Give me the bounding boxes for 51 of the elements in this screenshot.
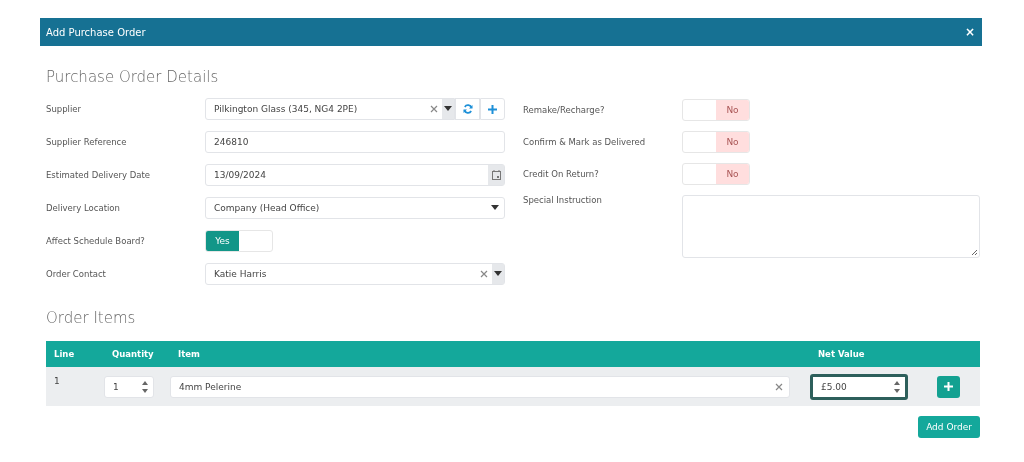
toggle-switch[interactable]: Yes (205, 230, 273, 252)
input-field[interactable]: 246810 (205, 131, 505, 153)
select-field[interactable]: Company (Head Office) (205, 197, 505, 219)
column-header: Quantity (111, 349, 155, 359)
toggle-switch[interactable]: No (682, 163, 750, 185)
caret-icon (491, 205, 499, 211)
add-row-button[interactable] (936, 375, 960, 398)
caret-icon (494, 271, 502, 277)
date-field[interactable]: 13/09/2024 (205, 164, 505, 186)
add-button[interactable] (480, 98, 505, 120)
field-label: Confirm & Mark as Delivered (523, 137, 647, 147)
plus-icon (943, 382, 953, 391)
field-label: Credit On Return? (523, 169, 600, 179)
field-label: Remake/Recharge? (523, 105, 606, 115)
field-label: Special Instruction (523, 195, 603, 205)
field-label: Supplier Reference (46, 137, 128, 147)
clear-icon[interactable] (430, 105, 438, 113)
field-label: Affect Schedule Board? (46, 236, 146, 246)
table-cell-text: 1 (53, 375, 61, 386)
toggle-label: No (716, 164, 749, 184)
spinner-icon[interactable] (893, 379, 901, 394)
field-label: Delivery Location (46, 203, 121, 213)
field-label: Supplier (46, 104, 83, 114)
select-field[interactable]: Katie Harris (205, 263, 505, 285)
net-value-field[interactable]: £5.00 (810, 373, 908, 400)
toggle-switch[interactable]: No (682, 131, 750, 153)
resize-handle-icon[interactable] (972, 250, 977, 255)
caret-icon (444, 106, 452, 112)
column-header: Item (177, 349, 201, 359)
toggle-switch[interactable]: No (682, 99, 750, 121)
refresh-button[interactable] (455, 98, 480, 120)
column-header: Net Value (817, 349, 866, 359)
section-heading: Purchase Order Details (46, 68, 220, 86)
calendar-icon[interactable] (491, 170, 501, 180)
spinner-icon[interactable] (141, 379, 149, 394)
toggle-label: No (716, 100, 749, 120)
column-header: Line (53, 349, 76, 359)
plus-icon (488, 104, 497, 114)
refresh-icon (462, 104, 473, 114)
toggle-label: No (716, 132, 749, 152)
quantity-field[interactable]: 1 (104, 375, 154, 398)
field-label: Estimated Delivery Date (46, 170, 151, 180)
close-button[interactable]: × (964, 25, 975, 39)
section-heading: Order Items (46, 309, 137, 327)
select-field[interactable]: Pilkington Glass (345, NG4 2PE) (205, 98, 455, 120)
item-field[interactable]: 4mm Pelerine (170, 375, 790, 398)
clear-icon[interactable] (775, 382, 783, 391)
dialog-title: Add Purchase Order (46, 26, 146, 38)
field-label: Order Contact (46, 269, 107, 279)
toggle-label: Yes (206, 231, 239, 251)
clear-icon[interactable] (480, 270, 488, 278)
